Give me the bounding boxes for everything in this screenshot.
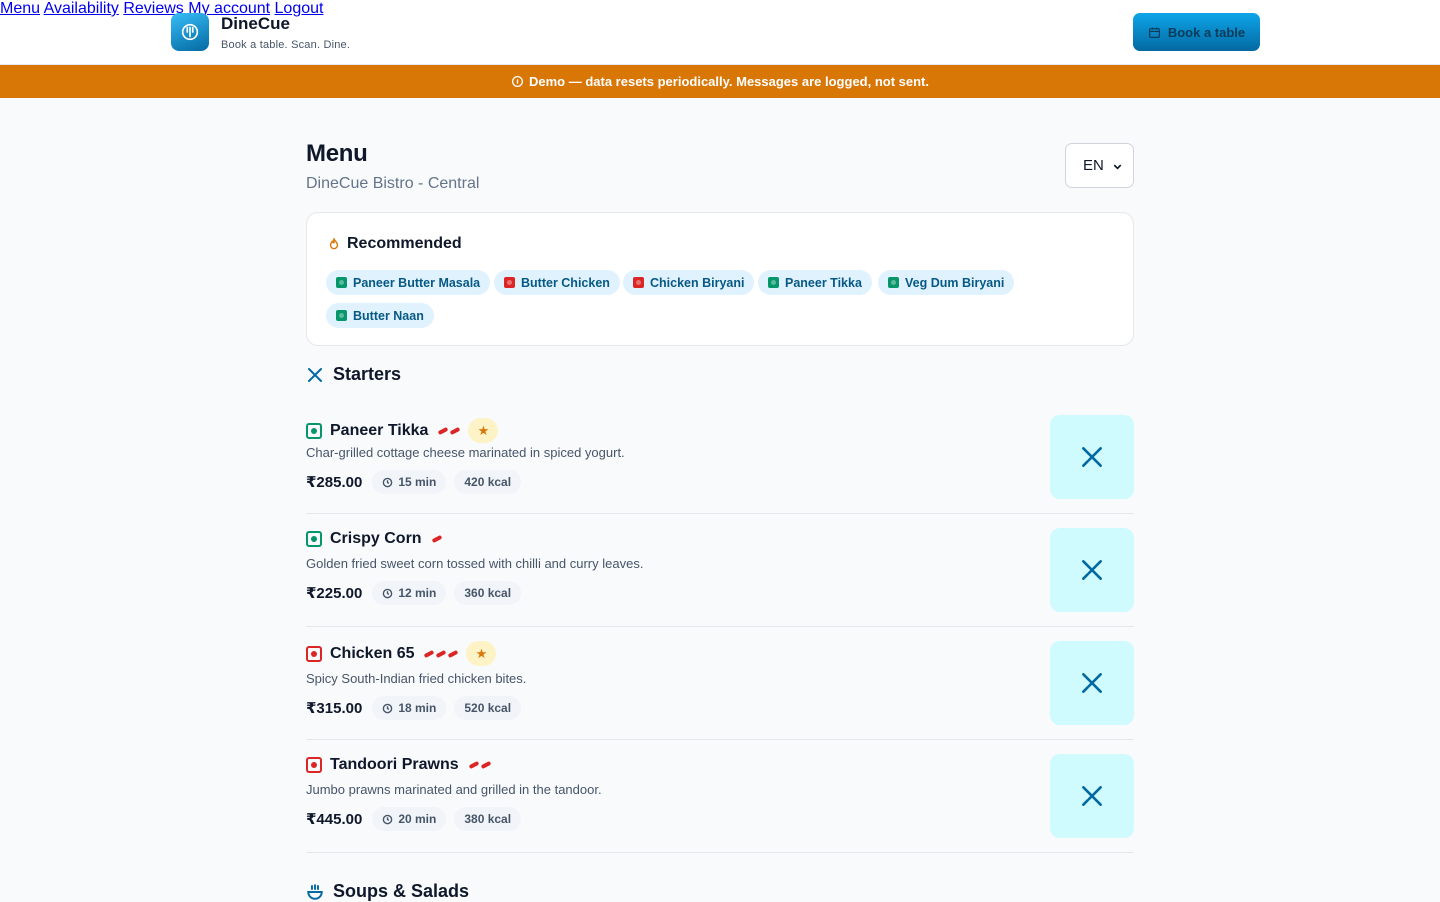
chili-icon — [431, 534, 442, 544]
menu-item-image[interactable] — [1050, 641, 1134, 725]
star-icon: ★ — [468, 418, 499, 443]
book-table-label: Book a table — [1167, 24, 1246, 40]
utensils-icon — [1082, 560, 1102, 580]
language-select[interactable]: EN — [1065, 143, 1134, 188]
utensils-icon — [1082, 673, 1102, 693]
prep-time-badge: 20 min — [372, 807, 447, 831]
book-table-button[interactable]: Book a table — [1133, 13, 1260, 51]
menu-item-description: Spicy South-Indian fried chicken bites. — [306, 671, 527, 686]
menu-item-image[interactable] — [1050, 528, 1134, 612]
demo-banner: Demo — data resets periodically. Message… — [0, 65, 1440, 98]
calories-badge: 380 kcal — [454, 807, 522, 831]
nav-availability[interactable]: Availability — [44, 0, 119, 17]
recommended-chip[interactable]: Paneer Butter Masala — [326, 270, 491, 295]
menu-item-name: Chicken 65 ★ — [306, 641, 497, 666]
non-veg-icon — [633, 277, 644, 288]
menu-item-name: Paneer Tikka ★ — [306, 418, 499, 443]
menu-item-price: ₹315.00 — [306, 700, 363, 717]
clock-icon — [383, 814, 393, 824]
recommended-card: Recommended Paneer Butter Masala Butter … — [306, 212, 1134, 346]
recommended-chip[interactable]: Butter Naan — [326, 303, 434, 328]
prep-time-badge: 12 min — [372, 581, 447, 605]
calories-badge: 520 kcal — [454, 696, 522, 720]
veg-icon — [306, 422, 322, 439]
veg-icon — [888, 277, 899, 288]
utensils-icon — [308, 367, 322, 382]
chili-icon — [438, 426, 461, 435]
calendar-icon — [1148, 27, 1160, 38]
page-title: Menu — [306, 140, 368, 167]
top-bar: DineCue Book a table. Scan. Dine. Menu A… — [0, 0, 1440, 65]
info-icon — [511, 75, 524, 88]
veg-icon — [306, 531, 322, 547]
nav-menu[interactable]: Menu — [0, 0, 40, 17]
recommended-chip[interactable]: Chicken Biryani — [623, 270, 755, 295]
veg-icon — [768, 277, 779, 288]
non-veg-icon — [306, 645, 322, 662]
restaurant-name: DineCue Bistro - Central — [306, 175, 480, 192]
non-veg-icon — [504, 277, 515, 288]
recommended-title: Recommended — [327, 235, 462, 253]
section-title-starters: Starters — [306, 364, 401, 385]
recommended-chip[interactable]: Paneer Tikka — [758, 270, 872, 295]
brand[interactable]: DineCue Book a table. Scan. Dine. — [171, 13, 350, 51]
prep-time-badge: 15 min — [372, 470, 447, 494]
logo-icon — [171, 13, 209, 51]
menu-item-name: Tandoori Prawns — [306, 756, 491, 774]
recommended-chip[interactable]: Veg Dum Biryani — [878, 270, 1015, 295]
section-title-soups-salads: Soups & Salads — [306, 881, 469, 902]
flame-icon — [329, 238, 339, 250]
menu-item-image[interactable] — [1050, 754, 1134, 838]
calories-badge: 360 kcal — [454, 581, 522, 605]
menu-item-name: Crispy Corn — [306, 530, 442, 548]
language-value: EN — [1083, 157, 1104, 174]
chevron-down-icon — [1113, 164, 1122, 170]
chili-icon — [468, 760, 491, 770]
menu-item-meta: ₹315.00 18 min 520 kcal — [306, 696, 522, 720]
chili-icon — [424, 649, 459, 658]
calories-badge: 420 kcal — [454, 470, 522, 494]
veg-icon — [336, 310, 347, 321]
menu-item-price: ₹445.00 — [306, 811, 363, 828]
brand-name: DineCue — [221, 13, 290, 33]
menu-item[interactable]: Tandoori Prawns Jumbo prawns marinated a… — [306, 740, 1134, 853]
menu-item[interactable]: Paneer Tikka ★ Char-grilled cottage chee… — [306, 402, 1134, 514]
veg-icon — [336, 277, 347, 288]
recommended-chip[interactable]: Butter Chicken — [494, 270, 620, 295]
demo-banner-text: Demo — data resets periodically. Message… — [529, 74, 929, 89]
menu-item-description: Golden fried sweet corn tossed with chil… — [306, 556, 644, 571]
menu-item-description: Jumbo prawns marinated and grilled in th… — [306, 782, 602, 797]
menu-item-meta: ₹285.00 15 min 420 kcal — [306, 470, 522, 494]
utensils-icon — [1082, 786, 1102, 806]
prep-time-badge: 18 min — [372, 696, 447, 720]
menu-item-price: ₹285.00 — [306, 474, 363, 491]
menu-item-image[interactable] — [1050, 415, 1134, 499]
menu-item[interactable]: Chicken 65 ★ Spicy South-Indian fried ch… — [306, 627, 1134, 740]
star-icon: ★ — [466, 641, 497, 666]
clock-icon — [383, 703, 393, 713]
clock-icon — [383, 477, 393, 487]
bowl-icon — [307, 883, 323, 900]
menu-item-price: ₹225.00 — [306, 585, 363, 602]
menu-item-meta: ₹445.00 20 min 380 kcal — [306, 807, 522, 831]
non-veg-icon — [306, 757, 322, 773]
menu-item-meta: ₹225.00 12 min 360 kcal — [306, 581, 522, 605]
utensils-icon — [1082, 447, 1102, 467]
menu-item-description: Char-grilled cottage cheese marinated in… — [306, 445, 625, 460]
menu-item[interactable]: Crispy Corn Golden fried sweet corn toss… — [306, 514, 1134, 627]
clock-icon — [383, 588, 393, 598]
brand-tagline: Book a table. Scan. Dine. — [221, 38, 351, 51]
